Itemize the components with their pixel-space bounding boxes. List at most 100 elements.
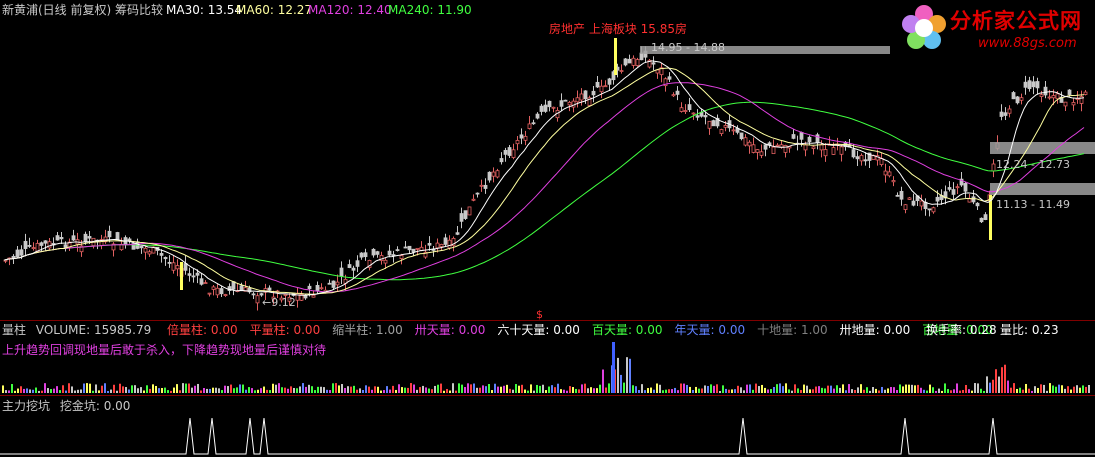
- volume-bar: [959, 390, 961, 393]
- volume-bar: [224, 385, 226, 393]
- volume-bar: [713, 385, 715, 393]
- candle-body: [723, 124, 728, 128]
- volume-bar: [248, 387, 250, 393]
- volume-bar: [188, 383, 190, 393]
- volume-bar: [953, 389, 955, 393]
- candle-body: [175, 265, 180, 270]
- volume-bar: [698, 388, 700, 393]
- candle-body: [463, 210, 468, 219]
- candle-body: [559, 100, 564, 107]
- volume-bar: [140, 387, 142, 393]
- volume-bar: [830, 385, 832, 393]
- candle-body: [1047, 96, 1052, 99]
- volume-bar: [965, 384, 967, 393]
- volume-bar: [323, 387, 325, 393]
- volume-bar: [869, 390, 871, 393]
- volume-bar: [512, 389, 514, 393]
- volume-bar: [629, 358, 631, 393]
- volume-bar: [686, 384, 688, 393]
- candle-body: [315, 284, 320, 292]
- candle-body: [231, 281, 236, 290]
- volume-bar: [824, 388, 826, 393]
- volume-bar: [1016, 388, 1018, 393]
- volume-bar: [752, 389, 754, 393]
- volume-bar: [596, 388, 598, 393]
- volume-bar: [788, 389, 790, 393]
- volume-bar: [560, 389, 562, 393]
- volume-bar: [914, 385, 916, 393]
- candle-body: [455, 232, 460, 235]
- candle-body: [803, 144, 808, 151]
- signal-candle: [180, 262, 183, 290]
- volume-bar: [467, 383, 469, 393]
- volume-bar: [743, 390, 745, 393]
- volume-bar: [1070, 389, 1072, 393]
- volume-bar: [557, 383, 559, 393]
- volume-chart[interactable]: [0, 320, 1095, 395]
- volume-bar: [356, 389, 358, 393]
- volume-bar: [905, 384, 907, 393]
- candle-body: [39, 242, 44, 246]
- volume-bar: [1019, 387, 1021, 393]
- volume-bar: [1076, 385, 1078, 393]
- candle-body: [711, 120, 716, 127]
- volume-bar: [1067, 386, 1069, 393]
- volume-bar: [332, 383, 334, 393]
- candle-body: [603, 85, 608, 88]
- candle-body: [439, 244, 444, 247]
- volume-bar: [527, 390, 529, 393]
- candle-body: [903, 204, 908, 210]
- volume-bar: [44, 383, 46, 393]
- volume-bar: [152, 384, 154, 393]
- volume-bar: [785, 383, 787, 393]
- volume-bar: [266, 389, 268, 393]
- price-chart[interactable]: 房地产 上海板块 15.85房 14.95 - 14.88 12.24 - 12…: [0, 0, 1095, 320]
- volume-bar: [833, 388, 835, 393]
- candle-body: [675, 90, 680, 95]
- candle-body: [563, 99, 568, 102]
- candle-body: [1023, 81, 1028, 88]
- volume-bar: [365, 385, 367, 393]
- candle-body: [199, 278, 204, 285]
- candle-body: [855, 156, 860, 160]
- volume-bar: [23, 388, 25, 393]
- volume-bar: [383, 390, 385, 393]
- volume-bar: [533, 390, 535, 393]
- volume-bar: [578, 389, 580, 393]
- candle-body: [215, 287, 220, 296]
- volume-bar: [173, 387, 175, 393]
- volume-bar: [839, 387, 841, 393]
- volume-bar: [464, 387, 466, 393]
- candle-body: [63, 244, 68, 248]
- candlestick-series: [3, 38, 1088, 311]
- volume-bar: [80, 389, 82, 393]
- volume-bar: [284, 387, 286, 393]
- indicator-chart[interactable]: [0, 396, 1095, 457]
- volume-bar: [449, 390, 451, 393]
- volume-bar: [425, 387, 427, 393]
- candle-body: [807, 136, 812, 142]
- volume-bar: [431, 389, 433, 393]
- volume-bar: [77, 389, 79, 393]
- candle-body: [211, 286, 216, 290]
- volume-bar: [389, 389, 391, 393]
- volume-bar: [113, 384, 115, 393]
- volume-bar: [92, 390, 94, 393]
- volume-bar: [68, 383, 70, 393]
- volume-bar: [164, 387, 166, 393]
- candle-body: [391, 254, 396, 257]
- volume-bar: [98, 390, 100, 393]
- chip-label-high: 14.95 - 14.88: [651, 41, 725, 54]
- volume-bar: [671, 389, 673, 393]
- volume-bar: [962, 389, 964, 393]
- candle-body: [375, 251, 380, 255]
- volume-bar: [566, 390, 568, 393]
- volume-bar: [101, 385, 103, 393]
- volume-bar: [329, 390, 331, 393]
- volume-bar: [338, 385, 340, 393]
- candle-body: [755, 149, 760, 153]
- volume-bar: [2, 385, 4, 393]
- volume-bar: [407, 387, 409, 393]
- volume-bar: [758, 386, 760, 393]
- candle-body: [59, 237, 64, 240]
